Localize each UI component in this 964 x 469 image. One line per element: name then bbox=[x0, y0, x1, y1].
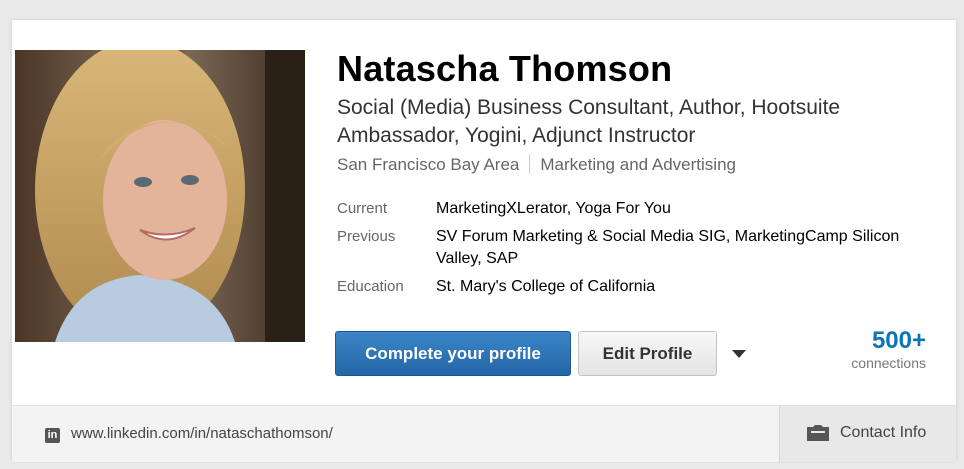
chevron-down-icon bbox=[732, 350, 746, 358]
detail-value[interactable]: St. Mary's College of California bbox=[436, 276, 906, 298]
profile-card: Natascha Thomson Social (Media) Business… bbox=[12, 20, 956, 462]
connections-number: 500+ bbox=[871, 327, 926, 354]
detail-label: Current bbox=[337, 200, 388, 217]
profile-photo[interactable] bbox=[15, 50, 305, 342]
profile-meta: San Francisco Bay Area Marketing and Adve… bbox=[337, 154, 736, 175]
meta-divider bbox=[529, 154, 531, 174]
connections-count[interactable]: 500+ connections bbox=[851, 328, 926, 372]
detail-row-education: Education St. Mary's College of Californ… bbox=[337, 276, 927, 298]
profile-footer: in www.linkedin.com/in/nataschathomson/ … bbox=[12, 405, 956, 462]
edit-profile-button[interactable]: Edit Profile bbox=[578, 331, 717, 376]
profile-actions-dropdown[interactable] bbox=[728, 345, 750, 363]
profile-name: Natascha Thomson bbox=[337, 48, 673, 89]
complete-profile-button[interactable]: Complete your profile bbox=[335, 331, 571, 376]
contact-info-label: Contact Info bbox=[840, 424, 927, 441]
detail-row-previous: Previous SV Forum Marketing & Social Med… bbox=[337, 226, 927, 270]
profile-industry[interactable]: Marketing and Advertising bbox=[540, 155, 736, 174]
public-profile-url[interactable]: www.linkedin.com/in/nataschathomson/ bbox=[71, 425, 333, 442]
detail-value[interactable]: SV Forum Marketing & Social Media SIG, M… bbox=[436, 226, 906, 270]
detail-row-current: Current MarketingXLerator, Yoga For You bbox=[337, 198, 927, 220]
detail-label: Education bbox=[337, 278, 404, 295]
detail-label: Previous bbox=[337, 228, 396, 245]
detail-value[interactable]: MarketingXLerator, Yoga For You bbox=[436, 198, 906, 220]
profile-details: Current MarketingXLerator, Yoga For You … bbox=[337, 198, 927, 304]
linkedin-icon: in bbox=[45, 428, 60, 443]
contact-info-button[interactable]: Contact Info bbox=[779, 406, 956, 462]
profile-location[interactable]: San Francisco Bay Area bbox=[337, 155, 519, 174]
contact-card-icon bbox=[807, 425, 829, 441]
profile-headline: Social (Media) Business Consultant, Auth… bbox=[337, 96, 841, 147]
connections-label: connections bbox=[851, 355, 926, 371]
